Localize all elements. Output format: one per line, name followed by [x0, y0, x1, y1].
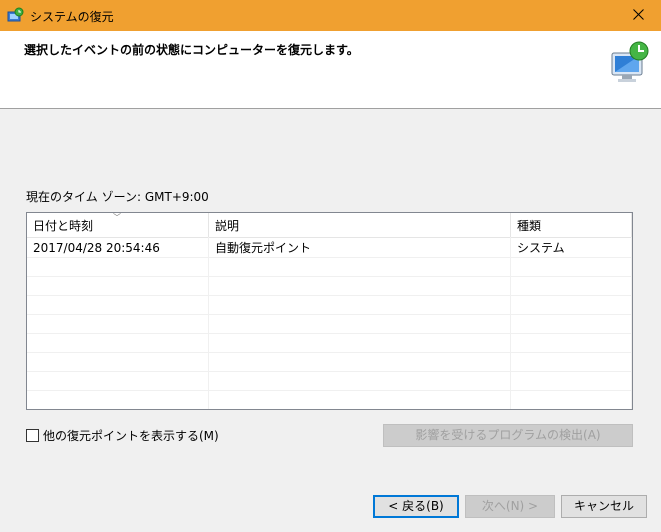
wizard-header: 選択したイベントの前の状態にコンピューターを復元します。: [0, 31, 661, 109]
cell-description: 自動復元ポイント: [215, 241, 312, 255]
empty-row: [27, 257, 632, 277]
empty-row: [27, 295, 632, 315]
system-restore-icon: [7, 7, 24, 24]
empty-row: [27, 371, 632, 391]
empty-row: [27, 276, 632, 296]
window-title: システムの復元: [30, 10, 114, 24]
column-header-datetime[interactable]: 日付と時刻 ﹀: [27, 213, 209, 237]
close-icon: [632, 8, 644, 23]
back-button[interactable]: < 戻る(B): [373, 495, 459, 518]
restore-points-table: 日付と時刻 ﹀ 説明 種類 2017/04/28 20:54:46 自動復元ポイ…: [26, 212, 633, 410]
table-row[interactable]: 2017/04/28 20:54:46 自動復元ポイント システム: [27, 238, 632, 258]
empty-row: [27, 333, 632, 353]
close-button[interactable]: [615, 0, 661, 31]
cell-type: システム: [517, 241, 565, 255]
column-label: 日付と時刻: [33, 219, 94, 233]
cancel-button[interactable]: キャンセル: [561, 495, 647, 518]
column-header-type[interactable]: 種類: [511, 213, 632, 237]
cell-datetime: 2017/04/28 20:54:46: [33, 241, 160, 255]
next-button[interactable]: 次へ(N) >: [465, 495, 555, 518]
table-header: 日付と時刻 ﹀ 説明 種類: [27, 213, 632, 238]
system-restore-window: システムの復元 選択したイベントの前の状態にコンピューターを復元します。 現在の…: [0, 0, 661, 532]
show-more-checkbox-row[interactable]: 他の復元ポイントを表示する(M): [26, 427, 219, 444]
column-header-description[interactable]: 説明: [209, 213, 511, 237]
title-bar: システムの復元: [0, 0, 661, 31]
empty-row: [27, 352, 632, 372]
column-label: 説明: [215, 219, 240, 233]
column-label: 種類: [517, 219, 542, 233]
show-more-checkbox[interactable]: [26, 429, 39, 442]
sort-chevron-down-icon: ﹀: [113, 213, 121, 222]
page-instruction: 選択したイベントの前の状態にコンピューターを復元します。: [24, 43, 359, 57]
show-more-label: 他の復元ポイントを表示する(M): [43, 429, 219, 443]
empty-row: [27, 314, 632, 334]
scan-affected-programs-button[interactable]: 影響を受けるプログラムの検出(A): [383, 424, 633, 447]
computer-restore-icon: [606, 39, 654, 87]
timezone-label: 現在のタイム ゾーン: GMT+9:00: [26, 190, 209, 204]
